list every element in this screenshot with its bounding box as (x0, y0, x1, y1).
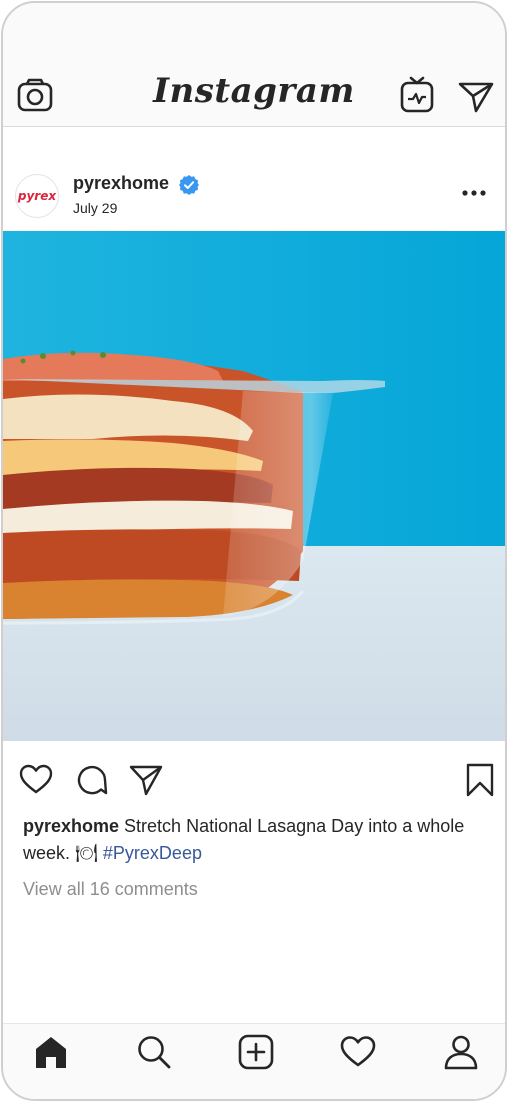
top-bar: Instagram (3, 3, 505, 127)
post-username[interactable]: pyrexhome (73, 173, 169, 194)
comment-icon[interactable] (75, 763, 109, 797)
plate-emoji: 🍽 (75, 843, 98, 863)
avatar[interactable]: pyrex (15, 174, 59, 218)
new-post-icon[interactable] (238, 1034, 274, 1070)
post-date: July 29 (73, 200, 118, 216)
activity-icon[interactable] (340, 1034, 376, 1070)
caption-username[interactable]: pyrexhome (23, 816, 119, 836)
view-comments-link[interactable]: View all 16 comments (23, 879, 198, 900)
phone-frame: Instagram pyrex pyrexhome July 29 pyrexh… (1, 1, 507, 1101)
avatar-logo-text: pyrex (17, 189, 57, 203)
post-image[interactable] (3, 231, 505, 741)
igtv-icon[interactable] (398, 75, 438, 115)
home-icon[interactable] (33, 1034, 69, 1070)
post-caption: pyrexhome Stretch National Lasagna Day i… (23, 813, 483, 867)
like-icon[interactable] (19, 763, 53, 797)
share-icon[interactable] (129, 763, 163, 797)
post-header: pyrex pyrexhome July 29 (3, 127, 505, 231)
verified-badge-icon (179, 175, 199, 195)
profile-icon[interactable] (443, 1034, 479, 1070)
bottom-nav (3, 1023, 505, 1099)
hashtag-link[interactable]: #PyrexDeep (103, 843, 202, 863)
bookmark-icon[interactable] (463, 763, 497, 797)
more-options-icon[interactable] (459, 183, 489, 203)
search-icon[interactable] (136, 1034, 172, 1070)
direct-message-icon[interactable] (456, 75, 496, 115)
